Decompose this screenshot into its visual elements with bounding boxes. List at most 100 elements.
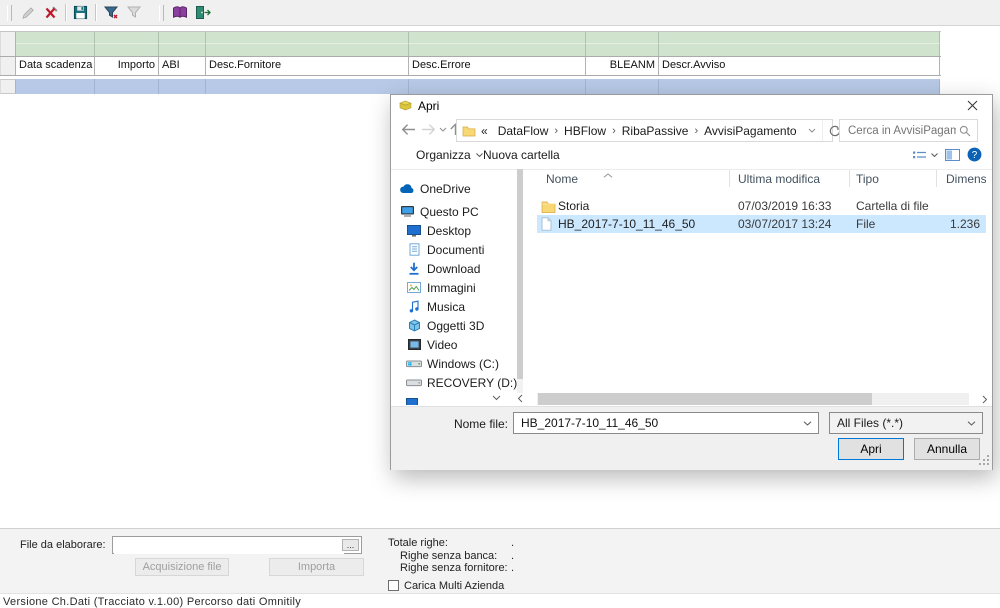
column-header-type[interactable]: Tipo — [856, 172, 879, 186]
toolbar-separator — [65, 4, 66, 21]
row-selector-cell[interactable] — [0, 57, 16, 75]
horizontal-scrollbar-thumb[interactable] — [538, 393, 872, 405]
open-button[interactable]: Apri — [838, 438, 904, 460]
grid-column-header[interactable]: Desc.Errore — [409, 57, 586, 75]
dialog-icon — [399, 100, 412, 111]
breadcrumb-overflow[interactable]: « — [476, 124, 493, 138]
sidebar-item-documenti[interactable]: Documenti — [391, 240, 519, 259]
sidebar-item-video[interactable]: Video — [391, 335, 519, 354]
save-button[interactable] — [69, 2, 92, 23]
sidebar-item-windows-c[interactable]: Windows (C:) — [391, 354, 519, 373]
grid-selected-empty-row[interactable] — [0, 79, 941, 94]
breadcrumb-segment[interactable]: RibaPassive — [617, 124, 694, 138]
forward-icon[interactable] — [421, 123, 436, 136]
sidebar-item-recovery-d[interactable]: RECOVERY (D:) — [391, 373, 519, 392]
hscroll-left-icon[interactable] — [517, 394, 523, 403]
import-button[interactable]: Importa — [269, 558, 364, 576]
browse-button[interactable]: ... — [342, 539, 359, 551]
grid-group-row-2 — [0, 44, 941, 56]
filename-input[interactable] — [519, 415, 801, 431]
sidebar-item-download[interactable]: Download — [391, 259, 519, 278]
sidebar-item-onedrive[interactable]: OneDrive — [391, 179, 519, 198]
grid-column-header[interactable]: Desc.Fornitore — [206, 57, 409, 75]
search-field — [839, 119, 978, 142]
cancel-button[interactable]: Annulla — [914, 438, 980, 460]
dialog-title: Apri — [418, 99, 439, 113]
resize-grip[interactable] — [979, 454, 989, 468]
new-folder-label: Nuova cartella — [483, 148, 560, 162]
help-icon[interactable]: ? — [967, 147, 982, 162]
filetype-combobox[interactable]: All Files (*.*) — [829, 412, 983, 434]
grid-column-header[interactable]: Importo — [95, 57, 159, 75]
column-header-name[interactable]: Nome — [546, 172, 578, 186]
sidebar-item-questo-pc[interactable]: Questo PC — [391, 202, 519, 221]
file-type: File — [856, 217, 875, 231]
sidebar-item-desktop[interactable]: Desktop — [391, 221, 519, 240]
close-icon[interactable] — [952, 95, 992, 116]
breadcrumb-segment[interactable]: HBFlow — [559, 124, 611, 138]
help-book-button[interactable] — [168, 2, 191, 23]
grid-cell — [206, 79, 409, 94]
grid-column-header[interactable]: Descr.Avviso — [659, 57, 940, 75]
exit-door-button[interactable] — [191, 2, 214, 23]
hscroll-right-icon[interactable] — [979, 393, 991, 405]
row-selector-cell[interactable] — [0, 44, 16, 56]
main-toolbar — [0, 0, 1000, 26]
clipped-status-text: Versione Ch.Dati (Tracciato v.1.00) Perc… — [3, 596, 333, 608]
grid-cell — [206, 44, 409, 56]
organize-menu[interactable]: Organizza — [416, 148, 483, 162]
sidebar-scroll-down-icon[interactable] — [492, 395, 501, 401]
sidebar-item-musica[interactable]: Musica — [391, 297, 519, 316]
toolbar-grip — [7, 5, 12, 21]
grid-cell — [95, 32, 159, 44]
grid-column-header[interactable]: ABI — [159, 57, 206, 75]
search-icon[interactable] — [959, 125, 977, 137]
grid-cell — [16, 32, 95, 44]
file-to-process-input[interactable] — [114, 538, 344, 554]
grid-cell — [206, 32, 409, 44]
grid-cell — [586, 32, 659, 44]
svg-text:?: ? — [972, 150, 978, 161]
filter-button[interactable] — [99, 2, 122, 23]
clear-filter-button[interactable] — [122, 2, 145, 23]
column-header-size[interactable]: Dimensione — [946, 172, 986, 186]
recent-locations-chevron-icon[interactable] — [439, 127, 447, 132]
column-header-modified[interactable]: Ultima modifica — [738, 172, 820, 186]
stat-value: . — [511, 562, 514, 574]
sidebar-scrollbar[interactable] — [517, 169, 523, 393]
breadcrumb-segment[interactable]: AvvisiPagamento — [699, 124, 802, 138]
acquire-file-button[interactable]: Acquisizione file — [135, 558, 229, 576]
multi-company-checkbox[interactable] — [388, 580, 399, 591]
grid-column-header[interactable]: BLEANM — [586, 57, 659, 75]
new-folder-button[interactable]: Nuova cartella — [483, 148, 560, 162]
address-dropdown-chevron-icon[interactable] — [802, 128, 822, 133]
filename-dropdown-chevron-icon[interactable] — [803, 421, 818, 426]
grid-column-header[interactable]: Data scadenza — [16, 57, 95, 75]
file-name: HB_2017-7-10_11_46_50 — [558, 217, 695, 231]
file-size: 1.236 — [936, 217, 980, 231]
file-row[interactable]: HB_2017-7-10_11_46_5003/07/2017 13:24Fil… — [537, 215, 986, 233]
back-icon[interactable] — [401, 123, 416, 136]
exit-door-icon — [194, 5, 211, 20]
filename-label: Nome file: — [431, 417, 508, 431]
sidebar-item-immagini[interactable]: Immagini — [391, 278, 519, 297]
file-modified: 07/03/2019 16:33 — [738, 199, 831, 213]
preview-pane-icon[interactable] — [945, 149, 960, 161]
edit-pencil-button[interactable] — [16, 2, 39, 23]
grid-cell — [659, 79, 940, 94]
sidebar-item-label: Download — [427, 262, 480, 276]
file-list-header: Nome Ultima modifica Tipo Dimensione — [537, 169, 986, 188]
horizontal-scrollbar[interactable] — [537, 393, 969, 405]
dialog-titlebar[interactable]: Apri — [391, 95, 992, 116]
search-input[interactable] — [846, 124, 958, 138]
cancel-edit-button[interactable] — [39, 2, 62, 23]
breadcrumb-segment[interactable]: DataFlow — [493, 124, 554, 138]
sidebar-item-oggetti-3d[interactable]: Oggetti 3D — [391, 316, 519, 335]
file-row[interactable]: Storia07/03/2019 16:33Cartella di file — [537, 197, 986, 215]
sidebar-item-label: OneDrive — [420, 182, 471, 196]
change-view-icon[interactable] — [912, 149, 938, 161]
row-selector-cell[interactable] — [0, 79, 16, 94]
network-icon — [406, 397, 418, 405]
row-selector-cell[interactable] — [0, 32, 16, 44]
address-bar[interactable]: « DataFlow›HBFlow›RibaPassive›AvvisiPaga… — [456, 119, 833, 142]
